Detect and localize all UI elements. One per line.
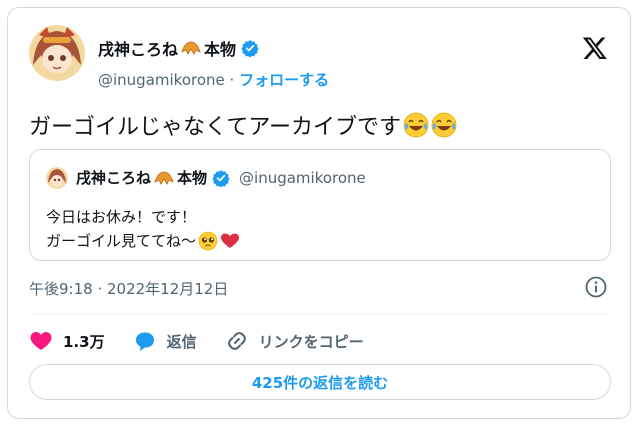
info-icon[interactable] xyxy=(584,275,608,299)
action-bar: 1.3万 返信 リンクをコピー xyxy=(29,326,392,356)
quoted-display-name: 戌神ころね xyxy=(76,169,152,187)
reply-button[interactable]: 返信 xyxy=(133,329,197,353)
follow-link[interactable]: フォローする xyxy=(239,71,329,89)
quoted-text-line-2: ガーゴイル見ててね〜 xyxy=(46,230,240,251)
like-count: 1.3万 xyxy=(63,332,105,351)
author-handle-row: @inugamikorone · フォローする xyxy=(98,69,329,90)
quoted-tweet[interactable]: 戌神ころね 本物 @inugamikorone 今日はお休み！です！ ガーゴイル… xyxy=(29,149,611,261)
heart-icon xyxy=(220,231,240,251)
tweet-text-content: ガーゴイルじゃなくてアーカイブです xyxy=(29,115,402,140)
tweet-text: ガーゴイルじゃなくてアーカイブです xyxy=(29,109,457,141)
quoted-name-row: 戌神ころね 本物 @inugamikorone xyxy=(76,167,366,188)
verified-badge-icon xyxy=(212,169,230,188)
copy-link-button[interactable]: リンクをコピー xyxy=(225,329,364,353)
face-with-tears-of-joy-icon xyxy=(431,112,457,138)
quoted-name-suffix: 本物 xyxy=(177,169,208,187)
x-logo-icon[interactable] xyxy=(582,35,608,61)
reply-label: 返信 xyxy=(166,332,197,351)
copy-link-label: リンクをコピー xyxy=(258,332,364,351)
verified-badge-icon xyxy=(241,39,259,58)
tweet-timestamp[interactable]: 午後9:18 · 2022年12月12日 xyxy=(29,278,228,299)
heart-icon xyxy=(30,332,52,350)
author-name-row[interactable]: 戌神ころね 本物 xyxy=(98,36,259,60)
pleading-face-icon xyxy=(198,231,218,251)
like-button[interactable]: 1.3万 xyxy=(29,329,105,353)
quoted-text-line-1: 今日はお休み！です！ xyxy=(46,208,197,226)
quoted-author-avatar xyxy=(46,167,68,189)
read-replies-button[interactable]: 425件の返信を読む xyxy=(29,364,611,400)
divider xyxy=(29,314,609,315)
croissant-icon xyxy=(181,40,201,56)
author-display-name[interactable]: 戌神ころね xyxy=(98,36,178,60)
handle-separator: · xyxy=(229,71,235,89)
author-name-suffix[interactable]: 本物 xyxy=(204,36,236,60)
author-avatar[interactable] xyxy=(29,25,85,81)
tweet-embed-card: 戌神ころね 本物 @inugamikorone · フォローする ガーゴイルじゃ… xyxy=(7,7,631,419)
author-handle[interactable]: @inugamikorone xyxy=(98,71,225,89)
link-icon xyxy=(227,332,246,350)
face-with-tears-of-joy-icon xyxy=(403,112,429,138)
quoted-text-line-2-content: ガーゴイル見ててね〜 xyxy=(46,232,197,250)
croissant-icon xyxy=(154,170,174,186)
quoted-handle: @inugamikorone xyxy=(239,168,366,187)
reply-bubble-icon xyxy=(135,332,154,351)
